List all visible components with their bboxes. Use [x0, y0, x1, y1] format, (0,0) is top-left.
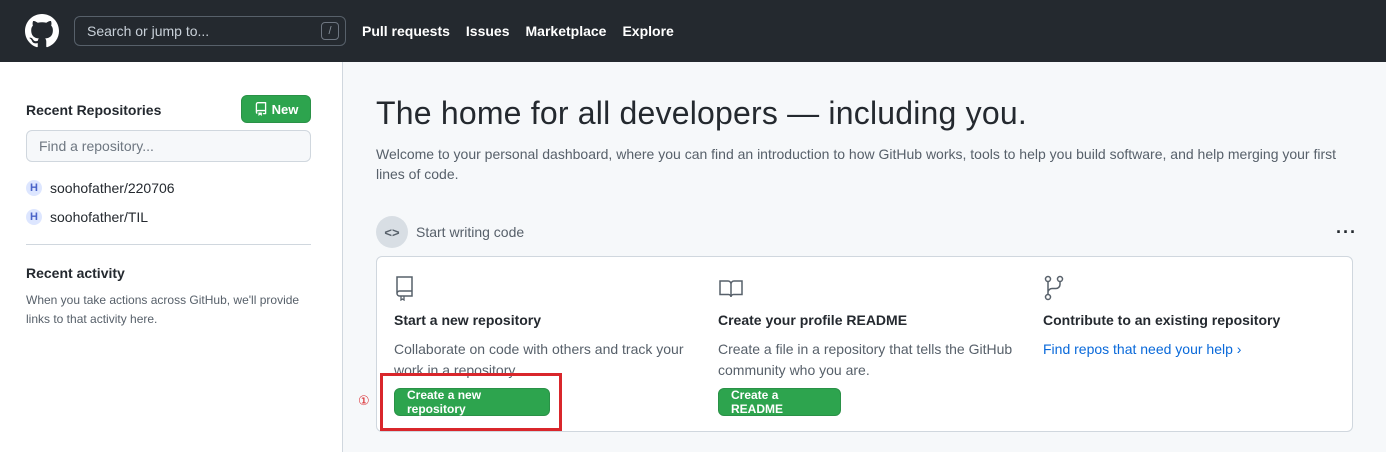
- profile-readme-column: Create your profile README Create a file…: [718, 257, 1028, 433]
- card-description: Create a file in a repository that tells…: [718, 341, 1013, 378]
- create-readme-button[interactable]: Create a README: [718, 388, 841, 416]
- recent-repositories-title: Recent Repositories: [26, 102, 162, 118]
- repo-name: soohofather/TIL: [50, 209, 149, 225]
- repo-name: soohofather/220706: [50, 180, 175, 196]
- card-title: Start a new repository: [394, 312, 542, 328]
- card-title: Contribute to an existing repository: [1043, 312, 1281, 328]
- annotation-step-marker: ①: [358, 393, 370, 408]
- main-nav: Pull requests Issues Marketplace Explore: [362, 0, 674, 62]
- sidebar-divider: [26, 244, 311, 245]
- recent-activity-text: When you take actions across GitHub, we'…: [26, 293, 300, 326]
- page-subtitle: Welcome to your personal dashboard, wher…: [376, 146, 1337, 182]
- find-repository-input[interactable]: Find a repository...: [26, 130, 311, 162]
- more-options-icon[interactable]: ···: [1336, 223, 1357, 241]
- card-title: Create your profile README: [718, 312, 908, 328]
- contribute-column: Contribute to an existing repository Fin…: [1043, 257, 1353, 433]
- nav-explore[interactable]: Explore: [622, 23, 673, 39]
- avatar: H: [26, 180, 42, 196]
- repo-icon: [396, 276, 413, 301]
- book-icon: [719, 280, 743, 298]
- search-shortcut-key: /: [321, 22, 339, 40]
- repo-item[interactable]: H soohofather/TIL: [26, 209, 148, 225]
- nav-pull-requests[interactable]: Pull requests: [362, 23, 450, 39]
- repo-icon: [255, 102, 266, 116]
- recent-activity-title: Recent activity: [26, 265, 125, 281]
- git-branch-icon: [1044, 275, 1064, 301]
- repo-item[interactable]: H soohofather/220706: [26, 180, 175, 196]
- section-label: Start writing code: [416, 224, 525, 240]
- dashboard-sidebar: Recent Repositories New Find a repositor…: [0, 62, 343, 452]
- annotation-highlight-box: [380, 373, 562, 431]
- page-title: The home for all developers — including …: [376, 95, 1027, 131]
- avatar: H: [26, 209, 42, 225]
- code-icon: <>: [376, 216, 408, 248]
- start-writing-code-header: <> Start writing code: [376, 216, 524, 248]
- search-placeholder: Search or jump to...: [87, 23, 210, 39]
- chevron-right-icon: ›: [1236, 341, 1242, 357]
- find-repos-link-label: Find repos that need your help: [1043, 341, 1233, 357]
- find-repos-link[interactable]: Find repos that need your help ›: [1043, 341, 1241, 357]
- github-logo-icon[interactable]: [25, 14, 59, 48]
- search-input[interactable]: Search or jump to... /: [74, 16, 346, 46]
- new-button-label: New: [271, 101, 299, 117]
- nav-marketplace[interactable]: Marketplace: [526, 23, 607, 39]
- new-repository-button[interactable]: New: [241, 95, 311, 123]
- nav-issues[interactable]: Issues: [466, 23, 510, 39]
- top-header: Search or jump to... / Pull requests Iss…: [0, 0, 1386, 62]
